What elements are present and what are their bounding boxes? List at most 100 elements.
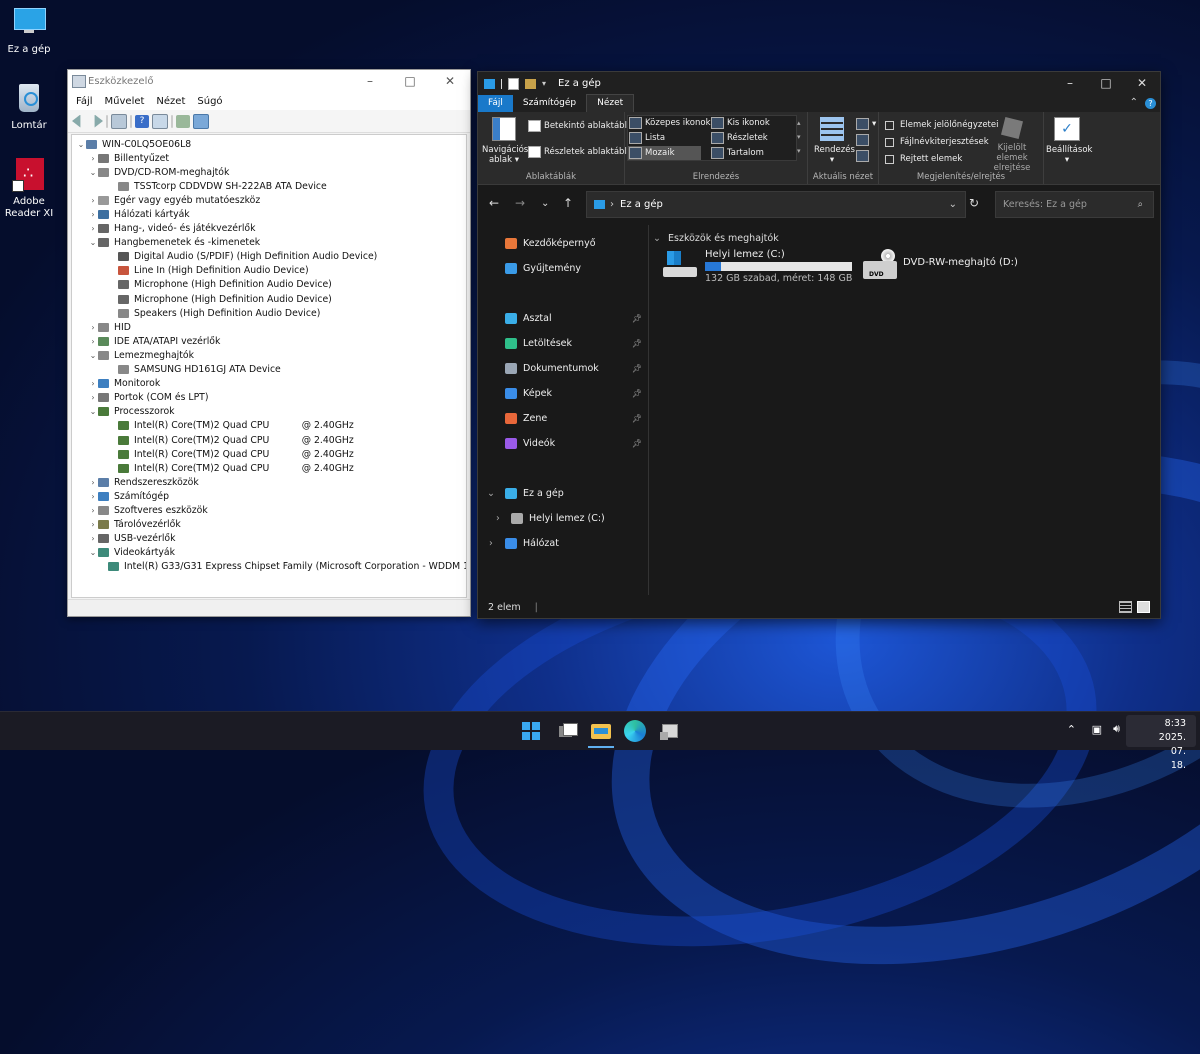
chevron-right-icon[interactable]: › <box>496 513 500 524</box>
tree-item[interactable]: › HID <box>72 320 466 334</box>
hide-selected-button[interactable]: Kijelölt elemek elrejtése <box>983 117 1041 173</box>
menu-action[interactable]: Művelet <box>105 96 145 107</box>
expand-down-icon[interactable]: ⌄ <box>88 238 98 247</box>
device-tree[interactable]: ⌄ WIN-C0LQ5OE06L8 › Billentyűzet ⌄ DVD/CD-ROM… <box>71 134 467 598</box>
expand-right-icon[interactable]: › <box>88 337 98 346</box>
expand-down-icon[interactable]: ⌄ <box>88 548 98 557</box>
expand-right-icon[interactable]: › <box>88 393 98 402</box>
tree-item[interactable]: Intel(R) Core(TM)2 Quad CPU @ 2.40GHz <box>72 419 466 433</box>
expand-down-icon[interactable]: ⌄ <box>88 351 98 360</box>
checkbox[interactable] <box>885 154 894 164</box>
network-icon[interactable]: ▣ <box>1092 723 1102 736</box>
explorer-titlebar[interactable]: ▾ Ez a gép – □ ✕ <box>478 72 1160 95</box>
nav-item[interactable]: ⌄ Ez a gép <box>478 484 648 502</box>
tree-item[interactable]: › Billentyűzet <box>72 151 466 165</box>
file-explorer-taskbar-icon[interactable] <box>588 720 614 748</box>
tab-view[interactable]: Nézet <box>586 94 635 112</box>
size-columns-button[interactable] <box>856 150 872 162</box>
tab-computer[interactable]: Számítógép <box>513 95 586 112</box>
chevron-down-icon[interactable]: ⌄ <box>949 199 957 210</box>
options-button[interactable]: ✓ Beállítások ▾ <box>1046 117 1092 165</box>
minimize-button[interactable]: – <box>350 70 390 92</box>
edge-browser-icon[interactable] <box>624 720 646 742</box>
expand-right-icon[interactable]: › <box>88 154 98 163</box>
tree-item[interactable]: ⌄ Videokártyák <box>72 546 466 560</box>
help-icon[interactable]: ? <box>1145 98 1156 109</box>
chevron-right-icon[interactable]: › <box>489 538 493 549</box>
properties-icon[interactable] <box>111 113 127 129</box>
new-folder-quick-icon[interactable] <box>525 78 536 89</box>
desktop-icon-this-pc[interactable]: Ez a gép <box>0 6 58 56</box>
expand-right-icon[interactable]: › <box>88 492 98 501</box>
back-button[interactable]: ← <box>489 196 499 210</box>
expand-right-icon[interactable]: › <box>88 478 98 487</box>
close-button[interactable]: ✕ <box>1124 72 1160 95</box>
breadcrumb-this-pc[interactable]: Ez a gép <box>620 199 663 210</box>
tree-item[interactable]: › Szoftveres eszközök <box>72 503 466 517</box>
nav-item[interactable]: Letöltések 📌︎ <box>478 334 648 352</box>
tree-item[interactable]: Digital Audio (S/PDIF) (High Definition … <box>72 250 466 264</box>
clock[interactable]: 8:33 2025. 07. 18. <box>1159 717 1186 773</box>
tree-item[interactable]: Microphone (High Definition Audio Device… <box>72 292 466 306</box>
help-icon[interactable]: ? <box>135 114 149 128</box>
expand-right-icon[interactable]: › <box>88 323 98 332</box>
task-view-icon[interactable] <box>556 720 578 742</box>
tree-item[interactable]: ⌄ WIN-C0LQ5OE06L8 <box>72 137 466 151</box>
nav-item[interactable]: Zene 📌︎ <box>478 409 648 427</box>
forward-arrow-icon[interactable] <box>94 114 103 128</box>
tree-item[interactable]: TSSTcorp CDDVDW SH-222AB ATA Device <box>72 179 466 193</box>
large-icons-view-icon[interactable] <box>1137 601 1150 613</box>
drive-c[interactable]: Helyi lemez (C:) 132 GB szabad, méret: 1… <box>705 249 852 284</box>
layout-content[interactable]: Tartalom <box>711 147 764 159</box>
section-header[interactable]: ⌄ Eszközök és meghajtók <box>653 233 779 244</box>
tree-item[interactable]: Intel(R) Core(TM)2 Quad CPU @ 2.40GHz <box>72 433 466 447</box>
layout-details[interactable]: Részletek <box>711 132 768 144</box>
file-extensions-toggle[interactable]: Fájlnévkiterjesztések <box>885 137 989 147</box>
desktop-icon-recycle-bin[interactable]: Lomtár <box>0 82 58 132</box>
item-checkboxes-toggle[interactable]: Elemek jelölőnégyzetei <box>885 120 998 130</box>
expand-right-icon[interactable]: › <box>88 534 98 543</box>
expand-right-icon[interactable]: › <box>88 210 98 219</box>
view-icon[interactable] <box>152 113 168 129</box>
tree-item[interactable]: › Számítógép <box>72 489 466 503</box>
gallery-scroll[interactable]: ▴ ▾ ▾ <box>797 116 801 158</box>
show-hidden-icons-chevron-icon[interactable]: ⌃ <box>1067 723 1076 736</box>
properties-quick-icon[interactable] <box>508 77 519 90</box>
tree-item[interactable]: › Tárolóvezérlők <box>72 518 466 532</box>
back-arrow-icon[interactable] <box>72 114 81 128</box>
details-view-icon[interactable] <box>1119 601 1132 613</box>
nav-item[interactable]: › Hálózat <box>478 534 648 552</box>
add-columns-button[interactable] <box>856 134 872 146</box>
tree-item[interactable]: › Portok (COM és LPT) <box>72 391 466 405</box>
tree-item[interactable]: Intel(R) Core(TM)2 Quad CPU @ 2.40GHz <box>72 461 466 475</box>
tree-item[interactable]: Line In (High Definition Audio Device) <box>72 264 466 278</box>
start-button[interactable] <box>520 720 542 742</box>
tree-item[interactable]: › IDE ATA/ATAPI vezérlők <box>72 334 466 348</box>
navigation-pane-button[interactable]: Navigációs ablak ▾ <box>482 117 528 165</box>
tree-item[interactable]: Intel(R) G33/G31 Express Chipset Family … <box>72 560 466 574</box>
desktop-icon-adobe-reader[interactable]: ∴ Adobe Reader XI <box>0 158 58 220</box>
menu-file[interactable]: Fájl <box>76 96 93 107</box>
tree-item[interactable]: › Rendszereszközök <box>72 475 466 489</box>
address-box[interactable]: › Ez a gép ⌄ <box>586 191 966 218</box>
tab-file[interactable]: Fájl <box>478 95 513 112</box>
sort-by-button[interactable]: Rendezés ▾ <box>814 117 855 165</box>
tree-item[interactable]: ⌄ DVD/CD-ROM-meghajtók <box>72 165 466 179</box>
expand-down-icon[interactable]: ⌄ <box>88 407 98 416</box>
menu-help[interactable]: Súgó <box>197 96 222 107</box>
search-box[interactable]: Keresés: Ez a gép ⌕ <box>995 191 1154 218</box>
nav-item[interactable]: Dokumentumok 📌︎ <box>478 359 648 377</box>
chevron-down-icon[interactable]: ▾ <box>542 79 550 89</box>
refresh-button[interactable]: ↻ <box>969 196 979 210</box>
preview-pane-button[interactable]: Betekintő ablaktábla <box>528 120 632 132</box>
expand-down-icon[interactable]: ⌄ <box>76 140 86 149</box>
file-explorer-window[interactable]: ▾ Ez a gép – □ ✕ Fájl Számítógép Nézet ⌃… <box>477 71 1161 619</box>
device-manager-window[interactable]: Eszközkezelő – □ ✕ Fájl Művelet Nézet Sú… <box>67 69 471 617</box>
tree-item[interactable]: › Egér vagy egyéb mutatóeszköz <box>72 193 466 207</box>
checkbox[interactable] <box>885 137 894 147</box>
nav-item[interactable]: Gyűjtemény <box>478 259 648 277</box>
nav-item[interactable]: › Helyi lemez (C:) <box>478 509 648 527</box>
menu-view[interactable]: Nézet <box>156 96 185 107</box>
expand-right-icon[interactable]: › <box>88 506 98 515</box>
recent-locations-button[interactable]: ⌄ <box>541 198 549 209</box>
